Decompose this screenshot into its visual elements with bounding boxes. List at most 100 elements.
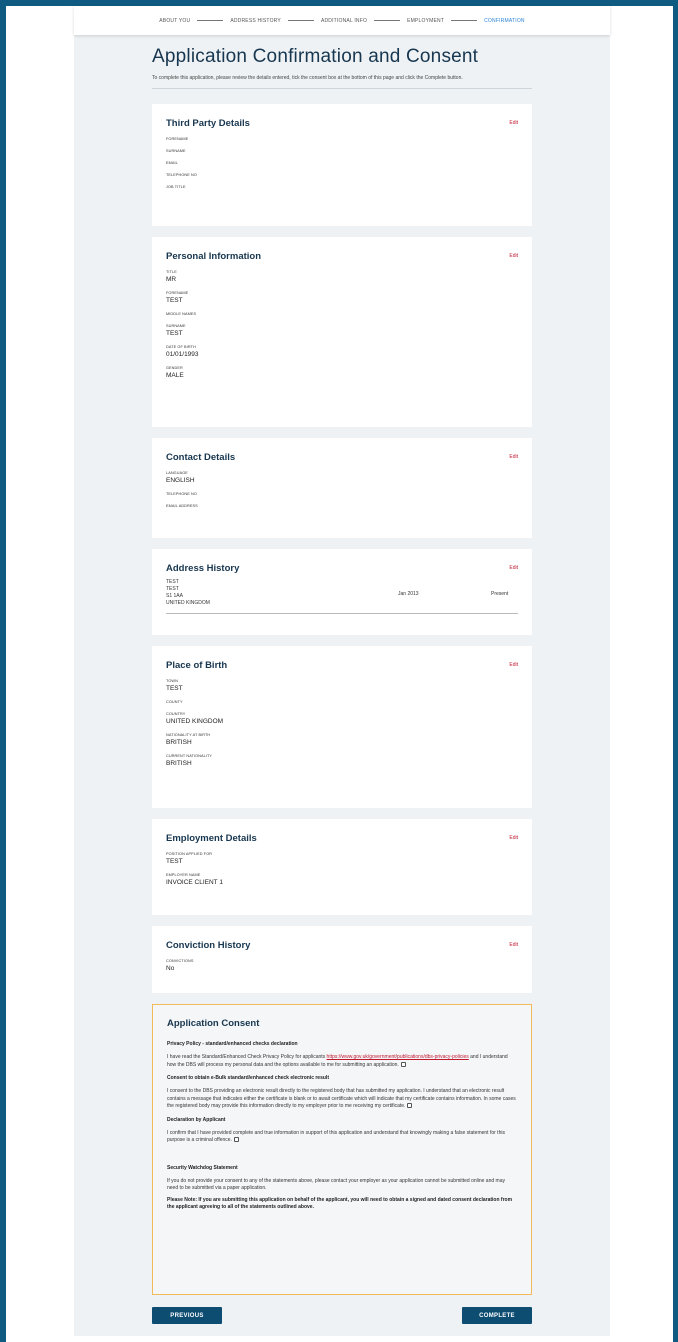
- field-telephone: TELEPHONE NO: [166, 173, 518, 177]
- card-title: Place of Birth: [166, 660, 228, 671]
- contact-details-card: Contact Details Edit LANGUAGE ENGLISH TEL…: [152, 438, 532, 538]
- watchdog-text: If you do not provide your consent to an…: [167, 1177, 505, 1192]
- field-position-applied-for: POSITION APPLIED FOR TEST: [166, 852, 518, 865]
- privacy-policy-link[interactable]: https://www.gov.uk/government/publicatio…: [327, 1054, 469, 1060]
- declaration-text: I confirm that I have provided complete …: [167, 1130, 517, 1145]
- page-subtitle: To complete this application, please rev…: [152, 75, 463, 81]
- field-value: No: [166, 965, 175, 972]
- edit-third-party-link[interactable]: Edit: [509, 120, 518, 126]
- step-additional-info[interactable]: ADDITIONAL INFO: [321, 18, 367, 24]
- field-value: TEST: [166, 297, 183, 304]
- address-row: TEST TEST S1 1AA UNITED KINGDOM Jan 2013…: [166, 579, 518, 607]
- card-title: Conviction History: [166, 940, 251, 951]
- field-label: POSITION APPLIED FOR: [166, 852, 213, 856]
- field-convictions: CONVICTIONS No: [166, 959, 518, 972]
- address-from-date: Jan 2013: [398, 591, 419, 597]
- ebulk-consent-checkbox[interactable]: [407, 1103, 413, 1108]
- field-telephone: TELEPHONE NO: [166, 492, 518, 496]
- address-divider: [166, 613, 518, 614]
- step-address-history[interactable]: ADDRESS HISTORY: [230, 18, 281, 24]
- address-history-card: Address History Edit TEST TEST S1 1AA UN…: [152, 549, 532, 635]
- field-surname: SURNAME: [166, 149, 518, 153]
- submission-note: Please Note: If you are submitting this …: [167, 1196, 513, 1211]
- card-title: Employment Details: [166, 833, 257, 844]
- field-forename: FORENAME TEST: [166, 291, 518, 304]
- step-about-you[interactable]: ABOUT YOU: [159, 18, 190, 24]
- field-label: EMAIL: [166, 161, 178, 165]
- edit-address-history-link[interactable]: Edit: [509, 565, 518, 571]
- field-label: LANGUAGE: [166, 471, 188, 475]
- application-consent-panel: Application Consent Privacy Policy - sta…: [152, 1004, 532, 1295]
- progress-stepper: ABOUT YOU ADDRESS HISTORY ADDITIONAL INF…: [74, 6, 610, 35]
- ebulk-consent-heading: Consent to obtain e-Bulk standard/enhanc…: [167, 1075, 329, 1081]
- field-employer-name: EMPLOYER NAME INVOICE CLIENT 1: [166, 873, 518, 886]
- card-title: Third Party Details: [166, 118, 250, 129]
- third-party-card: Third Party Details Edit FORENAME SURNAM…: [152, 104, 532, 226]
- employment-details-card: Employment Details Edit POSITION APPLIED…: [152, 819, 532, 915]
- field-email-address: EMAIL ADDRESS: [166, 504, 518, 508]
- step-employment[interactable]: EMPLOYMENT: [407, 18, 444, 24]
- page-header: Application Confirmation and Consent To …: [152, 46, 532, 89]
- field-value: MALE: [166, 372, 184, 379]
- edit-conviction-history-link[interactable]: Edit: [509, 942, 518, 948]
- field-value: MR: [166, 276, 177, 283]
- declaration-heading: Declaration by Applicant: [167, 1116, 226, 1123]
- edit-place-of-birth-link[interactable]: Edit: [509, 662, 518, 668]
- field-job-title: JOB TITLE: [166, 185, 518, 189]
- field-label: EMPLOYER NAME: [166, 873, 201, 877]
- field-surname: SURNAME TEST: [166, 324, 518, 337]
- privacy-text-start: I have read the Standard/Enhanced Check …: [167, 1054, 327, 1060]
- field-gender: GENDER MALE: [166, 366, 518, 379]
- step-confirmation[interactable]: CONFIRMATION: [484, 18, 525, 24]
- field-middle-names: MIDDLE NAMES: [166, 312, 518, 316]
- field-label: MIDDLE NAMES: [166, 312, 197, 316]
- privacy-policy-text: I have read the Standard/Enhanced Check …: [167, 1054, 517, 1069]
- field-date-of-birth: DATE OF BIRTH 01/01/1993: [166, 345, 518, 358]
- page-title: Application Confirmation and Consent: [152, 46, 479, 67]
- card-title: Personal Information: [166, 251, 262, 262]
- step-connector: [197, 20, 224, 21]
- step-connector: [287, 20, 314, 21]
- field-label: NATIONALITY AT BIRTH: [166, 733, 211, 737]
- field-label: GENDER: [166, 366, 183, 370]
- address-line: TEST: [166, 579, 179, 585]
- field-forename: FORENAME: [166, 137, 518, 141]
- edit-personal-info-link[interactable]: Edit: [509, 253, 518, 259]
- field-value: ENGLISH: [166, 477, 195, 484]
- field-value: TEST: [166, 685, 183, 692]
- header-divider: [152, 88, 532, 89]
- field-label: CURRENT NATIONALITY: [166, 754, 213, 758]
- card-title: Contact Details: [166, 452, 236, 463]
- field-label: CONVICTIONS: [166, 959, 194, 963]
- field-county: COUNTY: [166, 700, 518, 704]
- field-label: FORENAME: [166, 137, 189, 141]
- field-label: EMAIL ADDRESS: [166, 504, 198, 508]
- field-language: LANGUAGE ENGLISH: [166, 471, 518, 484]
- privacy-consent-checkbox[interactable]: [400, 1061, 406, 1067]
- field-label: TELEPHONE NO: [166, 492, 197, 496]
- field-town: TOWN TEST: [166, 679, 518, 692]
- field-country: COUNTRY UNITED KINGDOM: [166, 712, 518, 725]
- address-line: S1 1AA: [166, 593, 183, 599]
- ebulk-consent-text: I consent to the DBS providing an electr…: [167, 1088, 517, 1111]
- field-label: DATE OF BIRTH: [166, 345, 196, 349]
- page-container: ABOUT YOU ADDRESS HISTORY ADDITIONAL INF…: [74, 6, 610, 1336]
- field-label: SURNAME: [166, 149, 186, 153]
- previous-button[interactable]: PREVIOUS: [152, 1307, 222, 1324]
- edit-employment-details-link[interactable]: Edit: [509, 835, 518, 841]
- complete-button[interactable]: COMPLETE: [462, 1307, 532, 1324]
- field-title: TITLE MR: [166, 270, 518, 283]
- field-value: 01/01/1993: [166, 351, 199, 358]
- personal-info-card: Personal Information Edit TITLE MR FORENA…: [152, 237, 532, 427]
- field-value: BRITISH: [166, 739, 192, 746]
- field-label: COUNTRY: [166, 712, 186, 716]
- field-email: EMAIL: [166, 161, 518, 165]
- declaration-body: I confirm that I have provided complete …: [167, 1129, 505, 1144]
- field-label: SURNAME: [166, 324, 186, 328]
- field-value: INVOICE CLIENT 1: [166, 879, 223, 886]
- watchdog-heading: Security Watchdog Statement: [167, 1164, 238, 1171]
- edit-contact-details-link[interactable]: Edit: [509, 454, 518, 460]
- field-label: FORENAME: [166, 291, 189, 295]
- field-value: UNITED KINGDOM: [166, 718, 224, 725]
- declaration-checkbox[interactable]: [233, 1137, 239, 1142]
